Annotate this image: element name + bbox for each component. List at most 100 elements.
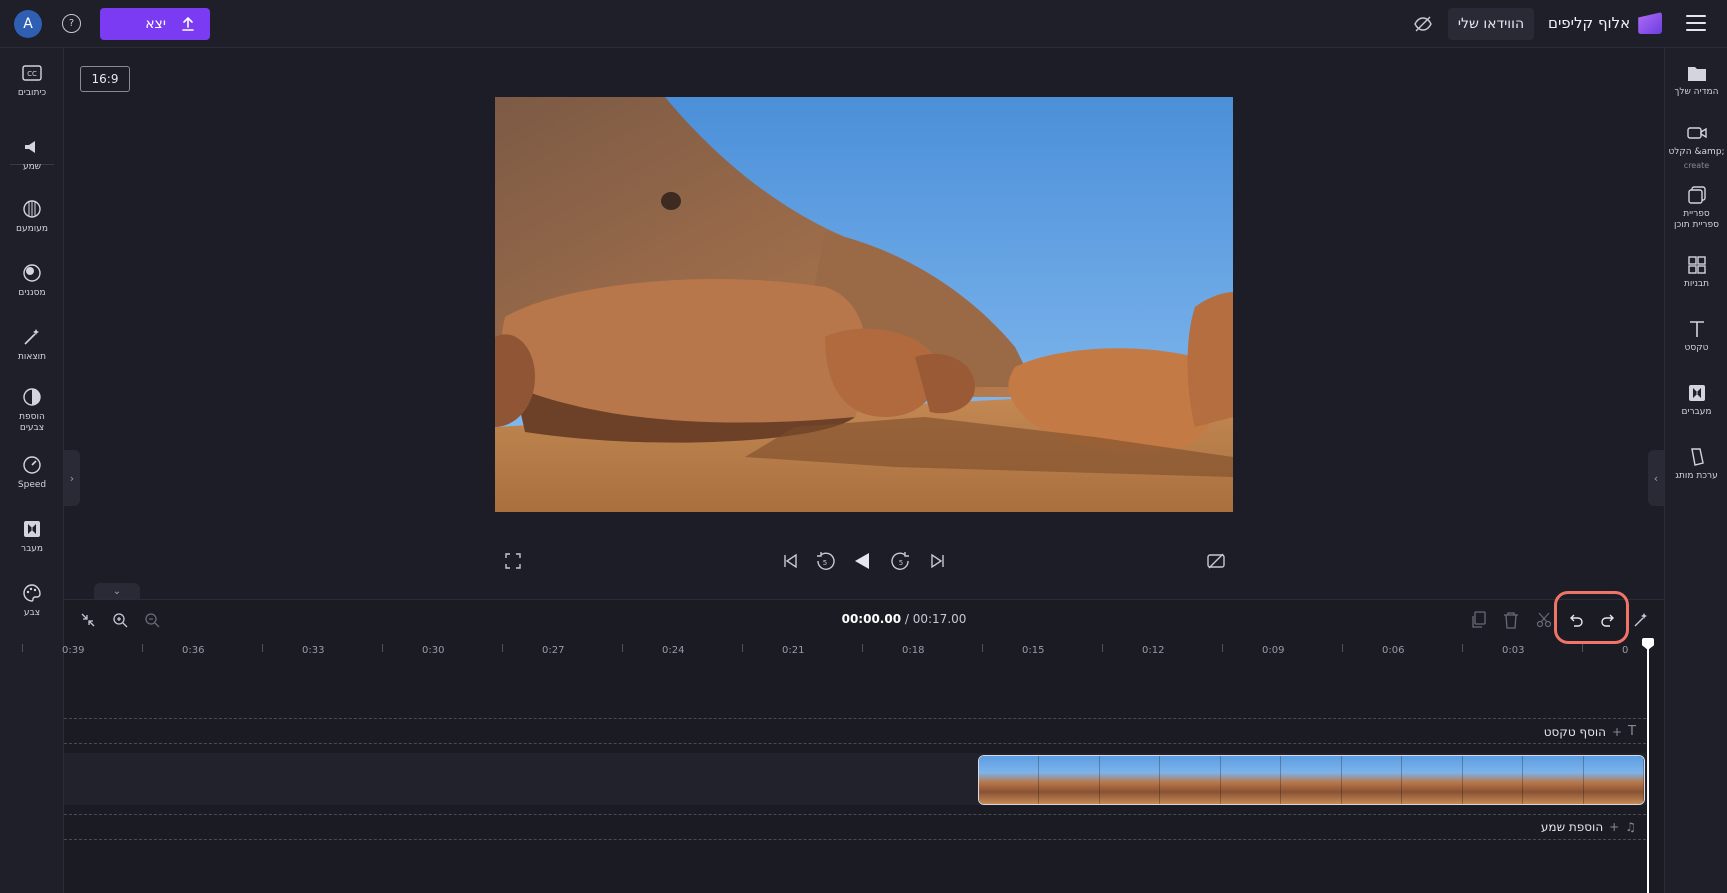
undo-redo-highlight [1554,591,1629,644]
add-audio-button[interactable]: הוספת שמע + ♫ [1541,820,1636,834]
brand-name: אלוף קליפים [1548,14,1631,32]
ruler-tick-label: 0:06 [1382,645,1405,656]
timecode: 00:00.00 / 00:17.00 [841,612,967,626]
tool-captions[interactable]: CC כיתובים [0,62,64,99]
play-icon[interactable] [851,550,873,572]
skip-to-end-icon[interactable] [927,550,949,572]
duplicate-icon[interactable] [1469,610,1489,630]
toggle-timeline-button[interactable]: ⌄ [94,583,140,599]
contrast-icon [21,386,43,408]
collapse-left-panel-button[interactable]: › [64,450,80,506]
zoom-in-icon[interactable] [110,610,130,630]
delete-icon[interactable] [1501,610,1521,630]
hide-preview-icon[interactable] [1413,14,1433,34]
library-icon [1686,184,1708,206]
clip-thumbnail [1462,756,1524,804]
caption-off-icon[interactable] [1205,550,1227,572]
clip-thumbnail [979,756,1040,804]
tool-filters[interactable]: מסננים [0,262,64,299]
right-sidebar: המדיה שלך הקלט &amp; create ספריית ספריי… [1664,48,1727,893]
ruler-tick-label: 0:24 [662,645,685,656]
clip-thumbnail [1583,756,1644,804]
tool-color-adjust[interactable]: הוספת צבעים [0,386,64,434]
zoom-out-icon[interactable] [142,610,162,630]
timeline-ruler[interactable]: 0 0:03 0:06 0:09 0:12 0:15 0:18 0:21 0:24 0:27 0:3… [22,640,1664,662]
tool-speed[interactable]: Speed [0,454,64,491]
ai-sparkle-icon[interactable] [1631,610,1651,630]
aspect-ratio-button[interactable]: 16:9 [80,66,130,92]
clip-thumbnail [1341,756,1403,804]
fit-to-screen-icon[interactable] [78,610,98,630]
video-preview[interactable] [495,97,1233,512]
sidebar-item-transitions[interactable]: מעברים [1665,382,1727,418]
transition-icon [1686,382,1708,404]
tool-fade[interactable]: מעומעם [0,198,64,235]
forward-5s-icon[interactable]: 5 [890,550,912,572]
playhead[interactable] [1647,640,1649,893]
clapperboard-logo-icon [1638,12,1663,34]
ruler-tick-label: 0:27 [542,645,565,656]
ruler-tick [982,644,983,652]
my-videos-button[interactable]: הווידאו שלי [1448,8,1534,40]
sidebar-item-text[interactable]: טקסט [1665,318,1727,354]
clip-thumbnail [1039,756,1100,804]
desert-rocks-frame [495,97,1233,512]
svg-text:5: 5 [823,559,827,567]
audio-track[interactable]: הוספת שמע + ♫ [64,814,1646,840]
export-button[interactable]: יצא [100,8,210,40]
video-clip[interactable] [978,755,1645,805]
tool-transition[interactable]: מעבר [0,518,64,555]
speedometer-icon [21,454,43,476]
fullscreen-icon[interactable] [502,550,524,572]
ruler-tick-label: 0:03 [1502,645,1525,656]
sidebar-item-content-library[interactable]: ספריית ספריית תוכן [1665,184,1727,231]
plus-icon: + [1609,820,1620,834]
rewind-5s-icon[interactable]: 5 [814,550,836,572]
timeline-toolbar: 00:00.00 / 00:17.00 [64,600,1664,640]
ruler-tick-label: 0:33 [302,645,325,656]
add-audio-label: הוספת שמע [1540,820,1604,834]
hamburger-menu-icon[interactable] [1686,15,1706,31]
ruler-tick-label: 0:09 [1262,645,1285,656]
sidebar-item-brand-kit[interactable]: ערכת מותג [1665,446,1727,482]
tool-effects[interactable]: תוצאות [0,326,64,363]
ruler-tick [1102,644,1103,652]
app-window: A ? יצא הווידאו שלי אלוף קליפים CC כיתוב… [0,0,1727,893]
tool-audio[interactable]: שמע [0,136,64,173]
split-scissors-icon[interactable] [1534,610,1554,630]
add-text-button[interactable]: הוסף טקסט + T [1544,724,1636,739]
collapse-right-panel-button[interactable]: ‹ [1648,450,1664,506]
clip-thumbnail [1160,756,1221,804]
clip-thumbnail [1402,756,1463,804]
brand: אלוף קליפים [1548,12,1663,34]
music-note-icon: ♫ [1625,820,1636,834]
ruler-tick-label: 0:39 [62,645,85,656]
skip-to-start-icon[interactable] [779,550,801,572]
speaker-icon [21,136,43,158]
transition-icon [21,518,43,540]
text-track[interactable]: הוסף טקסט + T [64,718,1646,744]
clip-thumbnail [1099,756,1161,804]
ruler-tick-label: 0 [1622,645,1629,656]
sidebar-item-templates[interactable]: תבניות [1665,254,1727,290]
svg-text:CC: CC [27,70,37,78]
plus-icon: + [1611,724,1623,739]
tool-color[interactable]: צבע [0,582,64,619]
clip-thumbnail [1281,756,1342,804]
sidebar-item-record-create[interactable]: הקלט &amp; create [1665,122,1727,170]
video-track[interactable] [64,753,1646,805]
ruler-tick [262,644,263,652]
help-icon[interactable]: ? [62,14,81,33]
ruler-tick [142,644,143,652]
ruler-tick [622,644,623,652]
top-bar: A ? יצא הווידאו שלי אלוף קליפים [0,0,1727,48]
user-avatar[interactable]: A [14,10,42,38]
magic-wand-icon [21,326,43,348]
folder-icon [1686,62,1708,84]
ruler-tick [1462,644,1463,652]
filters-icon [21,262,43,284]
ruler-tick [1222,644,1223,652]
text-icon [1686,318,1708,340]
brand-icon [1686,446,1708,468]
sidebar-item-your-media[interactable]: המדיה שלך [1665,62,1727,98]
